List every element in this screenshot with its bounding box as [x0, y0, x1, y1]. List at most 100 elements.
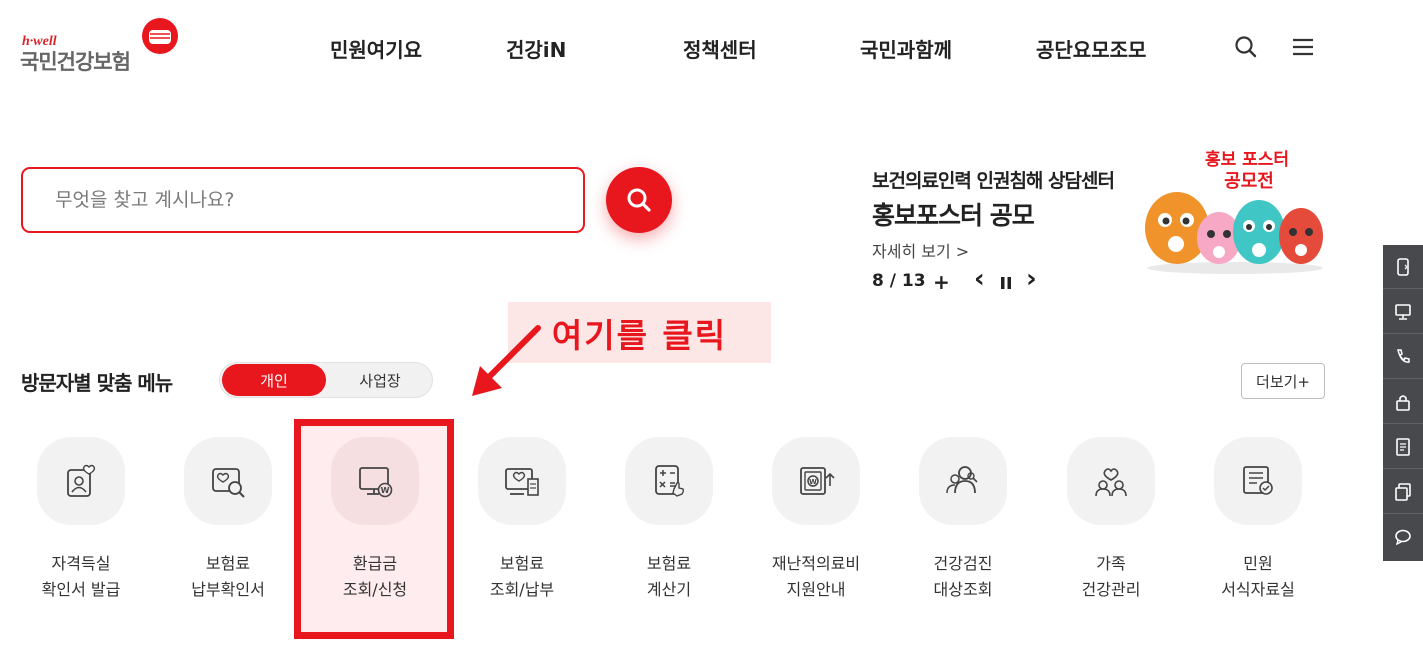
payment-check-icon — [212, 468, 245, 498]
menu-tile-qualification[interactable]: 자격득실 확인서 발급 — [7, 437, 155, 607]
tile-label: 보험료 계산기 — [595, 551, 743, 603]
tile-label-line1: 재난적의료비 — [771, 554, 861, 573]
tile-label-line2: 건강관리 — [1081, 580, 1141, 599]
tile-icon-bg — [37, 437, 125, 525]
tile-icon-bg — [184, 437, 272, 525]
logo-mask-icon — [142, 18, 178, 54]
banner-more-link[interactable]: 자세히 보기 > — [872, 238, 969, 262]
tile-label-line1: 보험료 — [205, 554, 251, 573]
family-health-icon — [1095, 468, 1127, 497]
logo-name: 국민건강보험 — [20, 50, 131, 74]
menu-icon[interactable] — [1290, 34, 1316, 60]
toggle-business[interactable]: 사업장 — [328, 364, 432, 396]
tile-label-line1: 환급금 — [352, 554, 398, 573]
menu-tile-forms[interactable]: 민원 서식자료실 — [1184, 437, 1332, 607]
nav-item-policy[interactable]: 정책센터 — [683, 34, 757, 63]
document-icon — [1396, 437, 1410, 456]
tile-icon-bg — [919, 437, 1007, 525]
tile-label-line1: 가족 — [1096, 554, 1126, 573]
banner-art-line1: 홍보 포스터 — [1205, 149, 1289, 170]
quick-menu-bar — [1383, 245, 1423, 561]
quick-document[interactable] — [1383, 425, 1423, 469]
nav-item-together[interactable]: 국민과함께 — [860, 34, 952, 63]
tile-icon-bg — [625, 437, 713, 525]
tile-icon-bg — [1067, 437, 1155, 525]
chat-icon — [1395, 529, 1411, 546]
svg-text:W: W — [381, 486, 390, 495]
tile-label-line2: 조회/납부 — [489, 580, 555, 599]
banner-prev-button[interactable]: ‹ — [974, 264, 985, 294]
menu-tile-refund[interactable]: W 환급금 조회/신청 — [301, 437, 449, 607]
nav-item-about[interactable]: 공단요모조모 — [1036, 34, 1146, 63]
more-button[interactable]: 더보기+ — [1241, 363, 1325, 399]
tile-label: 보험료 조회/납부 — [448, 551, 596, 603]
annotation-arrow-icon — [472, 325, 541, 396]
tile-label-line1: 민원 — [1243, 554, 1273, 573]
menu-tile-family-health[interactable]: 가족 건강관리 — [1037, 437, 1185, 607]
quick-phone[interactable] — [1383, 335, 1423, 379]
tile-label-line1: 보험료 — [499, 554, 545, 573]
annotation-label: 여기를 클릭 — [508, 302, 771, 363]
refund-icon: W — [359, 467, 393, 498]
menu-tile-premium-payment[interactable]: 보험료 조회/납부 — [448, 437, 596, 607]
tile-label-line2: 대상조회 — [933, 580, 993, 599]
medical-support-icon: W — [800, 467, 835, 495]
menu-tile-health-checkup[interactable]: 건강검진 대상조회 — [889, 437, 1037, 607]
tile-label: 민원 서식자료실 — [1184, 551, 1332, 603]
menu-tile-payment-certificate[interactable]: 보험료 납부확인서 — [154, 437, 302, 607]
tile-label-line2: 계산기 — [646, 580, 692, 599]
nav-item-civil[interactable]: 민원여기요 — [330, 34, 422, 63]
phone-icon — [1397, 348, 1410, 363]
search-button[interactable] — [606, 167, 672, 233]
banner-subtitle: 보건의료인력 인권침해 상담센터 — [872, 170, 1115, 192]
tile-label: 건강검진 대상조회 — [889, 551, 1037, 603]
copy-icon — [1395, 482, 1411, 501]
site-logo[interactable]: h·well 국민건강보험 — [20, 16, 190, 76]
visitor-type-toggle: 개인 사업장 — [219, 362, 433, 398]
lock-icon — [1396, 394, 1410, 411]
search-input[interactable] — [23, 169, 583, 231]
tile-icon-bg: W — [772, 437, 860, 525]
banner-art-line2: 공모전 — [1224, 171, 1274, 192]
premium-pay-icon — [505, 468, 539, 496]
quick-chat[interactable] — [1383, 515, 1423, 559]
tile-label: 환급금 조회/신청 — [301, 551, 449, 603]
banner-plus-button[interactable]: + — [933, 270, 950, 294]
nav-item-health-in[interactable]: 건강iN — [506, 34, 566, 63]
quick-mobile[interactable] — [1383, 245, 1423, 289]
calculator-icon — [655, 465, 685, 497]
checkup-icon — [946, 466, 978, 494]
tile-label-line2: 조회/신청 — [342, 580, 408, 599]
banner-page-separator: / — [889, 271, 896, 291]
quick-monitor[interactable] — [1383, 290, 1423, 334]
banner-pagination: 8 / 13 — [872, 271, 926, 291]
tile-label-line2: 납부확인서 — [191, 580, 265, 599]
tile-label-line2: 지원안내 — [786, 580, 846, 599]
monitor-icon — [1395, 303, 1411, 320]
banner-poster-illustration[interactable]: 홍보 포스터 공모전 — [1135, 146, 1327, 276]
banner-pause-button[interactable] — [999, 275, 1013, 291]
banner-page-current: 8 — [872, 271, 884, 291]
tile-label-line2: 서식자료실 — [1221, 580, 1295, 599]
quick-lock[interactable] — [1383, 380, 1423, 424]
menu-tile-medical-support[interactable]: W 재난적의료비 지원안내 — [742, 437, 890, 607]
tile-label-line1: 건강검진 — [933, 554, 993, 573]
forms-icon — [1243, 466, 1273, 495]
tile-label: 보험료 납부확인서 — [154, 551, 302, 603]
tile-label-line1: 자격득실 — [51, 554, 111, 573]
search-icon[interactable] — [1233, 34, 1259, 60]
banner-title: 홍보포스터 공모 — [872, 201, 1035, 230]
tile-label: 자격득실 확인서 발급 — [7, 551, 155, 603]
tile-icon-bg: W — [331, 437, 419, 525]
toggle-personal[interactable]: 개인 — [222, 364, 326, 396]
menu-tile-calculator[interactable]: 보험료 계산기 — [595, 437, 743, 607]
tile-label-line1: 보험료 — [646, 554, 692, 573]
banner-next-button[interactable]: › — [1026, 264, 1037, 294]
tile-label: 재난적의료비 지원안내 — [742, 551, 890, 603]
qualification-icon — [67, 464, 96, 497]
svg-text:W: W — [809, 478, 817, 486]
banner-page-total: 13 — [901, 271, 926, 291]
tile-label: 가족 건강관리 — [1037, 551, 1185, 603]
quick-copy[interactable] — [1383, 470, 1423, 514]
tile-icon-bg — [1214, 437, 1302, 525]
